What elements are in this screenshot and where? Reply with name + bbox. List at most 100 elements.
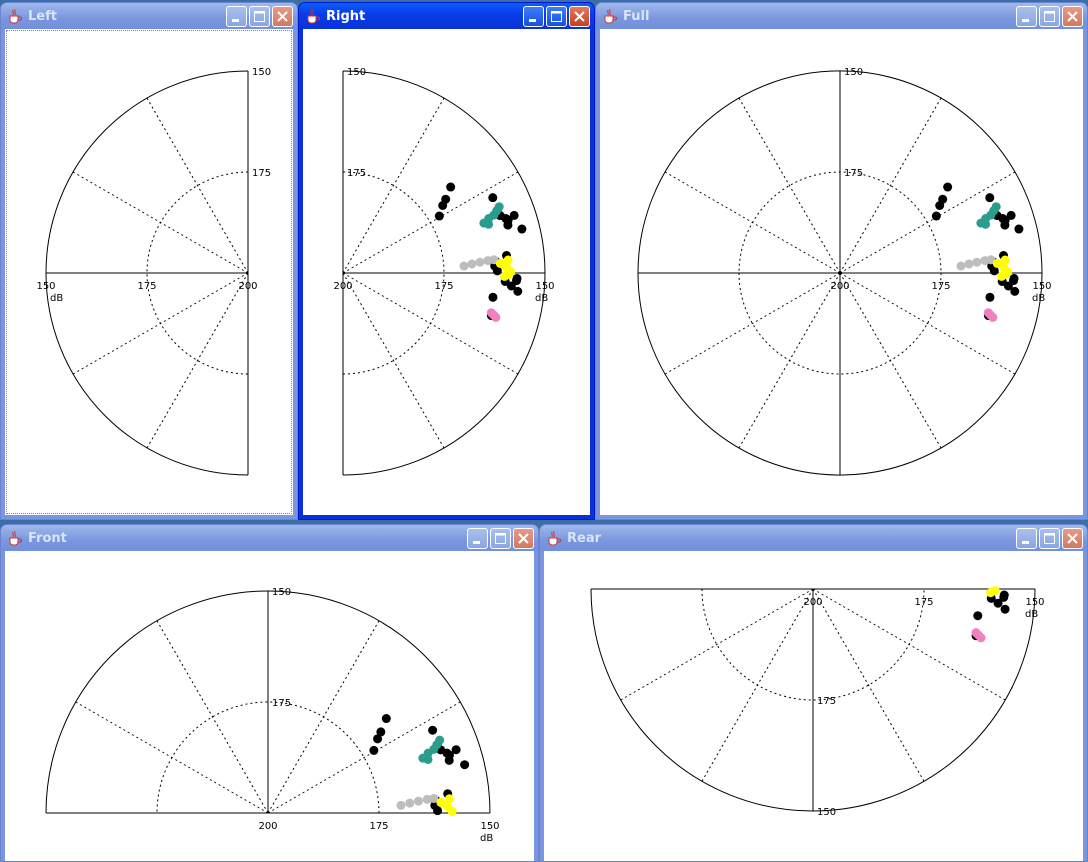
- tick-label: 150: [272, 587, 291, 598]
- data-point-black: [369, 745, 379, 755]
- data-point-black: [999, 592, 1009, 602]
- data-point-yellow: [500, 271, 510, 281]
- titlebar[interactable]: Full: [596, 3, 1087, 29]
- plot-area: 150 175 200 150 175 dB: [5, 29, 293, 515]
- maximize-button[interactable]: [1039, 6, 1060, 27]
- data-point-black: [931, 211, 941, 221]
- close-button[interactable]: [1062, 6, 1083, 27]
- window-left[interactable]: Left 150 175 200 150 175 dB: [0, 2, 298, 520]
- data-point-yellow: [447, 806, 457, 816]
- plot-area: 150 175 200 150 175 dB: [544, 551, 1083, 861]
- data-point-black: [428, 725, 438, 735]
- data-point-yellow: [503, 255, 513, 265]
- close-button[interactable]: [272, 6, 293, 27]
- data-point-gray: [413, 796, 423, 806]
- close-button[interactable]: [1062, 528, 1083, 549]
- window-right[interactable]: Right 150 175 200 150 175 dB: [298, 2, 595, 520]
- data-point-teal: [991, 202, 1001, 212]
- data-point-black: [943, 182, 953, 192]
- window-title: Rear: [567, 530, 602, 546]
- maximize-button[interactable]: [490, 528, 511, 549]
- grid-spoke: [701, 588, 814, 782]
- window-rear[interactable]: Rear 150 175 200 150 175 dB: [539, 524, 1088, 862]
- data-point-black: [433, 806, 443, 816]
- maximize-button[interactable]: [249, 6, 270, 27]
- data-point-gray: [956, 261, 966, 271]
- maximize-button[interactable]: [546, 6, 567, 27]
- minimize-button[interactable]: [523, 6, 544, 27]
- tick-label: 175: [369, 821, 388, 832]
- maximize-button[interactable]: [1039, 528, 1060, 549]
- titlebar[interactable]: Rear: [540, 525, 1087, 551]
- data-point-yellow: [997, 271, 1007, 281]
- java-cup-icon: [9, 530, 22, 546]
- data-point-black: [1000, 604, 1010, 614]
- polar-plot: 150 175 200 150 175 dB: [590, 586, 1045, 818]
- grid-spoke: [342, 97, 445, 274]
- minimize-button[interactable]: [1016, 528, 1037, 549]
- window-front[interactable]: Front 150 175 200 150 175 dB: [0, 524, 539, 862]
- tick-label: 175: [137, 281, 156, 292]
- tick-label: 150: [347, 67, 366, 78]
- data-point-pink: [976, 633, 986, 643]
- data-point-yellow: [1000, 255, 1010, 265]
- unit-label: dB: [50, 293, 63, 304]
- plot-area: 150 175 200 150 175 dB: [303, 29, 590, 515]
- data-point-black: [1010, 286, 1020, 296]
- data-point-gray: [972, 257, 982, 267]
- grid-spoke: [664, 171, 841, 274]
- java-cup-icon: [548, 530, 561, 546]
- minimize-button[interactable]: [467, 528, 488, 549]
- window-title: Full: [623, 8, 650, 24]
- minimize-button[interactable]: [226, 6, 247, 27]
- window-full[interactable]: Full 150 175 200 150 175 dB: [595, 2, 1088, 520]
- tick-label: 175: [914, 597, 933, 608]
- minimize-button[interactable]: [1016, 6, 1037, 27]
- minimize-icon: [529, 19, 536, 22]
- grid-spoke: [839, 97, 942, 274]
- tick-label: 175: [347, 168, 366, 179]
- data-point-black: [451, 745, 461, 755]
- close-button[interactable]: [513, 528, 534, 549]
- tick-label: 200: [238, 281, 257, 292]
- tick-label: 150: [844, 67, 863, 78]
- data-point-black: [488, 292, 498, 302]
- maximize-icon: [1044, 533, 1055, 544]
- polar-plot: 150 175 200 150 175 dB: [45, 587, 500, 844]
- grid-spoke: [812, 588, 1006, 701]
- data-point-black: [1014, 224, 1024, 234]
- tick-label: 150: [817, 807, 836, 818]
- titlebar[interactable]: Left: [1, 3, 297, 29]
- tick-label: 200: [803, 597, 822, 608]
- data-point-black: [985, 193, 995, 203]
- data-point-teal: [484, 219, 494, 229]
- tick-label: 175: [272, 698, 291, 709]
- window-title: Front: [28, 530, 67, 546]
- data-point-black: [985, 292, 995, 302]
- maximize-icon: [1044, 11, 1055, 22]
- close-icon: [1067, 533, 1078, 544]
- java-cup-icon: [307, 8, 320, 24]
- data-point-teal: [423, 754, 433, 764]
- grid-spoke: [738, 272, 841, 449]
- window-title: Left: [28, 8, 57, 24]
- titlebar[interactable]: Front: [1, 525, 538, 551]
- data-point-yellow: [444, 794, 454, 804]
- unit-label: dB: [1025, 609, 1038, 620]
- minimize-icon: [1022, 19, 1029, 22]
- polar-plot: 150 175 200 150 175 dB: [333, 67, 555, 476]
- data-point-black: [973, 611, 983, 621]
- close-button[interactable]: [569, 6, 590, 27]
- tick-label: 175: [844, 168, 863, 179]
- grid-spoke: [146, 272, 249, 449]
- grid-spoke: [738, 97, 841, 274]
- tick-label: 200: [258, 821, 277, 832]
- maximize-icon: [551, 11, 562, 22]
- grid-spoke: [812, 588, 925, 782]
- titlebar[interactable]: Right: [299, 3, 594, 29]
- tick-label: 150: [1032, 281, 1051, 292]
- tick-label: 200: [333, 281, 352, 292]
- window-title: Right: [326, 8, 366, 24]
- grid-spoke: [342, 272, 519, 375]
- close-icon: [1067, 11, 1078, 22]
